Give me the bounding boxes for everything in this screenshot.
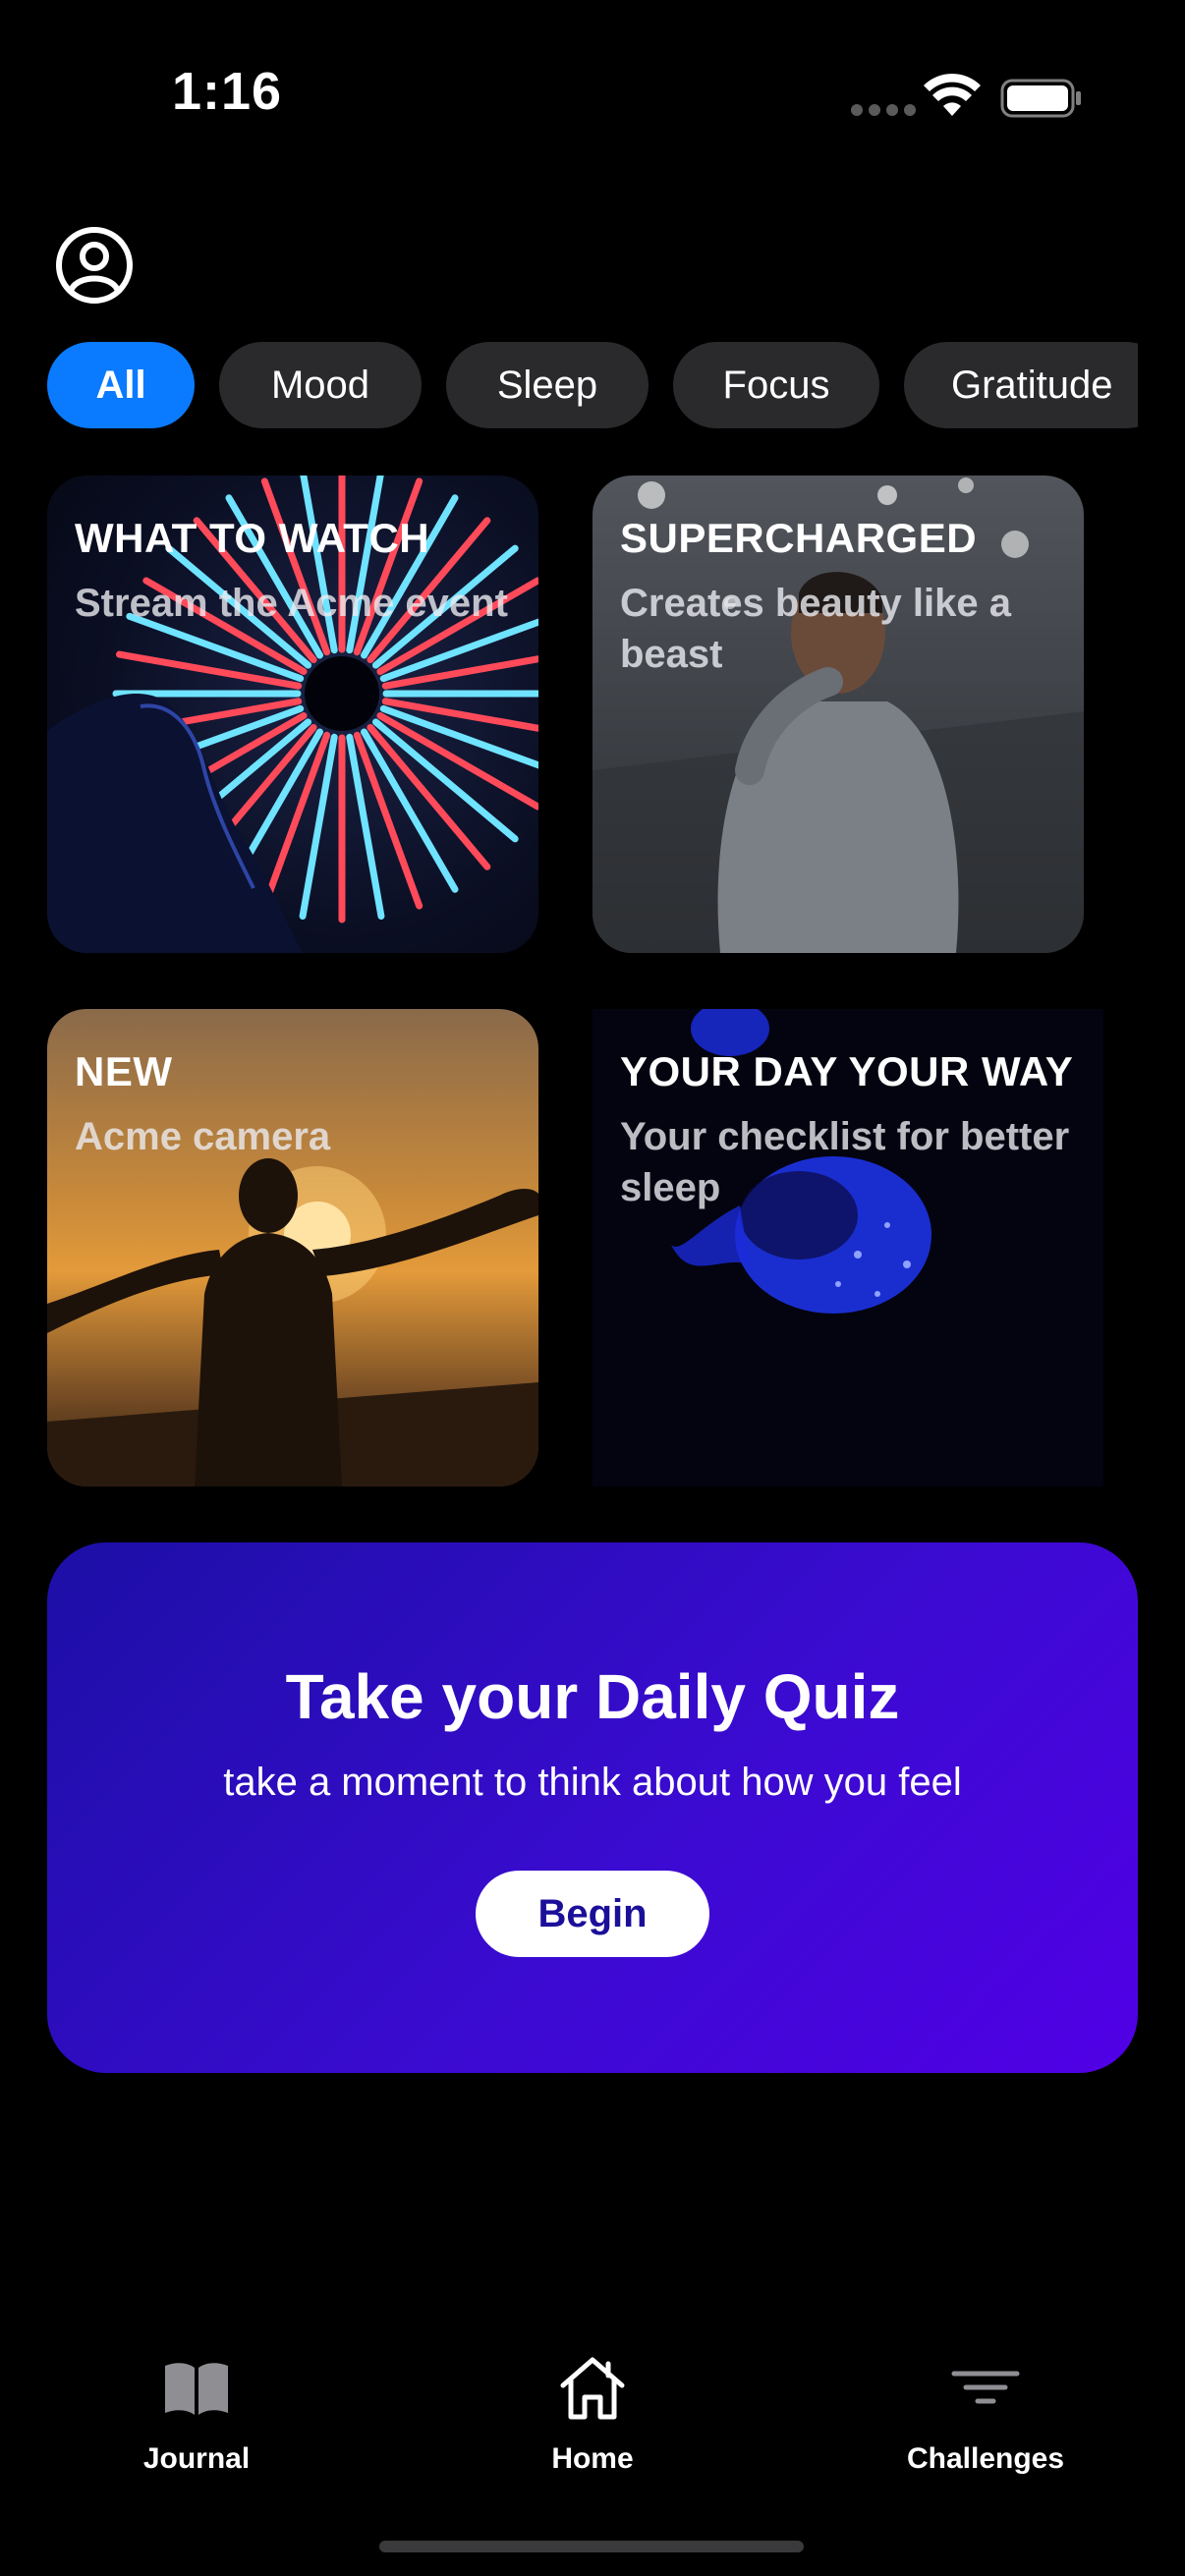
quiz-title: Take your Daily Quiz xyxy=(285,1661,900,1732)
tab-label: Challenges xyxy=(906,2442,1065,2475)
tab-journal[interactable]: Journal xyxy=(79,2338,314,2476)
cellular-signal-icon xyxy=(851,104,916,116)
tile-what-to-watch[interactable]: WHAT TO WATCH Stream the Acme event xyxy=(47,476,538,953)
quiz-subtitle: take a moment to think about how you fee… xyxy=(223,1761,962,1804)
status-time: 1:16 xyxy=(172,62,283,121)
tile-title: NEW xyxy=(75,1048,173,1094)
tile-title: SUPERCHARGED xyxy=(620,515,978,561)
chip-sleep[interactable]: Sleep xyxy=(446,342,649,428)
daily-quiz-card: Take your Daily Quiz take a moment to th… xyxy=(47,1542,1138,2073)
wifi-icon xyxy=(924,73,981,116)
category-filter-bar: All Mood Sleep Focus Gratitude xyxy=(47,342,1138,428)
begin-button[interactable]: Begin xyxy=(476,1871,709,1957)
tile-subtitle: Stream the Acme event xyxy=(75,582,508,625)
house-icon xyxy=(560,2357,625,2420)
tile-title: WHAT TO WATCH xyxy=(75,515,430,561)
profile-icon[interactable] xyxy=(55,226,134,305)
book-icon xyxy=(165,2363,228,2415)
tile-supercharged[interactable]: SUPERCHARGED Creates beauty like a beast xyxy=(592,476,1084,953)
tile-subtitle: Creates beauty like a beast xyxy=(620,582,1011,676)
tab-label: Home xyxy=(551,2442,634,2475)
chip-gratitude[interactable]: Gratitude xyxy=(904,342,1138,428)
chip-focus[interactable]: Focus xyxy=(673,342,879,428)
tab-home[interactable]: Home xyxy=(475,2338,710,2476)
filter-lines-icon xyxy=(951,2371,1020,2404)
chip-mood[interactable]: Mood xyxy=(219,342,422,428)
tile-title: YOUR DAY YOUR WAY xyxy=(620,1048,1074,1094)
tab-bar: Journal Home Challenges xyxy=(0,2338,1185,2495)
battery-icon xyxy=(1000,79,1081,118)
tile-subtitle: Acme camera xyxy=(75,1115,331,1158)
tab-label: Journal xyxy=(142,2442,251,2475)
home-indicator xyxy=(379,2541,804,2552)
chip-all[interactable]: All xyxy=(47,342,195,428)
home-screen: 1:16 All Mood Sleep Focus Gratitude WHAT… xyxy=(0,0,1185,2576)
tab-challenges[interactable]: Challenges xyxy=(868,2338,1103,2476)
tile-subtitle: Your checklist for better sleep xyxy=(620,1115,1070,1209)
tile-new[interactable]: NEW Acme camera xyxy=(47,1009,538,1486)
tile-your-day-your-way[interactable]: YOUR DAY YOUR WAY Your checklist for bet… xyxy=(592,1009,1103,1486)
